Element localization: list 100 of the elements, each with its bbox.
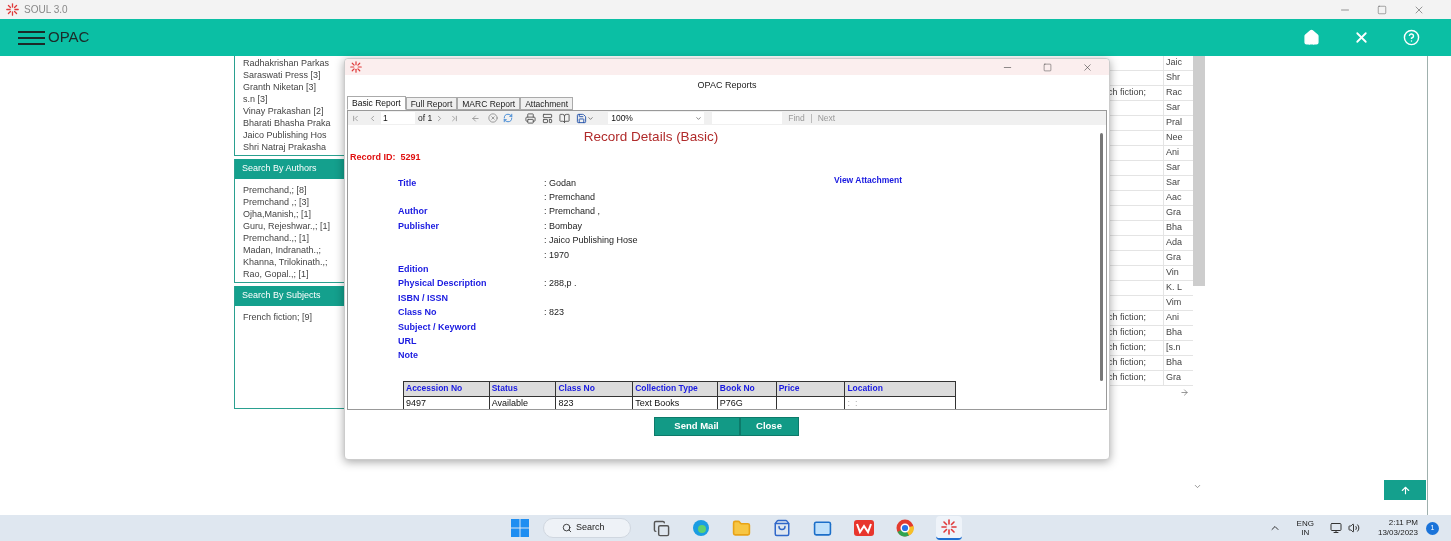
task-view-icon[interactable] <box>653 519 670 537</box>
export-icon[interactable] <box>576 112 588 124</box>
table-cell: Ani <box>1166 311 1179 325</box>
scroll-down-icon[interactable] <box>1193 482 1202 491</box>
back-icon[interactable] <box>471 113 481 123</box>
store-icon[interactable] <box>773 519 791 537</box>
browser-icon[interactable] <box>692 519 710 537</box>
table-cell: Gra <box>1166 251 1181 265</box>
facet-item[interactable]: Guru, Rejeshwar.,; [1] <box>243 220 344 232</box>
active-app-tile[interactable] <box>936 516 962 540</box>
print-layout-icon[interactable] <box>542 112 554 124</box>
field-label: Class No <box>398 307 437 318</box>
scroll-to-top-button[interactable] <box>1384 480 1426 500</box>
first-page-icon[interactable] <box>351 113 360 123</box>
facet-item[interactable]: Vinay Prakashan [2] <box>243 105 344 117</box>
facet-item[interactable]: Saraswati Press [3] <box>243 69 344 81</box>
column-header: Class No <box>558 382 595 395</box>
facet-item[interactable]: Bharati Bhasha Praka <box>243 117 344 129</box>
field-value: : 288,p . <box>544 278 577 289</box>
chrome-icon[interactable] <box>896 519 914 537</box>
page-number-field[interactable]: 1 <box>381 112 415 124</box>
facet-item[interactable]: French fiction; [9] <box>243 311 344 323</box>
close-icon[interactable] <box>1082 61 1093 73</box>
table-cell: Sar <box>1166 176 1180 190</box>
facet-item[interactable]: Madan, Indranath.,; <box>243 244 344 256</box>
field-value: : Jaico Publishing Hose <box>544 235 638 246</box>
help-icon[interactable] <box>1403 29 1420 46</box>
scroll-right-icon[interactable] <box>1180 388 1189 397</box>
zoom-select[interactable]: 100% <box>608 112 705 124</box>
office-app-icon[interactable] <box>854 520 874 536</box>
table-cell: Bha <box>1166 221 1182 235</box>
report-heading: Record Details (Basic) <box>583 129 719 145</box>
view-attachment-link[interactable]: View Attachment <box>834 174 903 188</box>
facet-item[interactable]: s.n [3] <box>243 93 344 105</box>
facet-item[interactable]: Premchand.,; [1] <box>243 232 344 244</box>
field-label: Author <box>398 206 428 217</box>
close-icon[interactable] <box>1353 29 1370 46</box>
time-text: 2:11 PM <box>1388 518 1418 528</box>
table-cell: Ani <box>1166 146 1179 160</box>
column-header: Status <box>491 382 518 395</box>
facet-item[interactable]: Khanna, Trilokinath.,; <box>243 256 344 268</box>
field-label: Subject / Keyword <box>398 321 477 332</box>
dialog-button[interactable]: Send Mail <box>653 417 740 436</box>
dialog-button[interactable]: Close <box>739 417 799 436</box>
maximize-icon[interactable] <box>1377 4 1387 15</box>
scrollbar-thumb[interactable] <box>1099 133 1103 381</box>
date-text: 13/03/2023 <box>1377 528 1418 538</box>
find-field[interactable] <box>712 112 783 124</box>
refresh-icon[interactable] <box>503 113 514 123</box>
report-tab[interactable]: Full Report <box>405 97 458 110</box>
table-cell: Aac <box>1166 191 1182 205</box>
menu-icon[interactable] <box>18 30 45 45</box>
facet-item[interactable]: Premchand,; [8] <box>243 184 344 196</box>
facet-item[interactable]: Jaico Publishing Hos <box>243 129 344 141</box>
table-cell: Ada <box>1166 236 1182 250</box>
home-icon[interactable] <box>1303 29 1320 46</box>
print-icon[interactable] <box>525 112 537 124</box>
search-button[interactable]: Search <box>543 518 631 538</box>
search-icon <box>562 523 572 533</box>
field-value: : Godan <box>544 177 577 188</box>
dialog-title: OPAC Reports <box>697 78 757 92</box>
page-setup-icon[interactable] <box>559 112 571 124</box>
folder-icon[interactable] <box>732 518 751 538</box>
clock[interactable]: 2:11 PM 13/03/2023 <box>1377 518 1418 538</box>
last-page-icon[interactable] <box>450 113 460 123</box>
window-title: SOUL 3.0 <box>24 3 68 17</box>
field-label: Title <box>398 177 417 188</box>
facet-item[interactable]: Ojha,Manish,; [1] <box>243 208 344 220</box>
column-header: Location <box>847 382 883 395</box>
report-tab[interactable]: MARC Report <box>457 97 521 110</box>
table-cell: : : <box>847 396 858 409</box>
volume-icon[interactable] <box>1347 522 1360 534</box>
maximize-icon[interactable] <box>1043 62 1052 72</box>
report-tab[interactable]: Basic Report <box>347 96 406 110</box>
field-value: : Premchand , <box>544 206 601 217</box>
previous-page-icon[interactable] <box>368 113 377 123</box>
app-title: OPAC <box>48 27 90 48</box>
field-label: URL <box>398 336 417 346</box>
stop-icon[interactable] <box>488 113 499 123</box>
windows-logo-icon[interactable] <box>511 519 529 537</box>
table-cell: Available <box>491 396 529 409</box>
table-cell: Gra <box>1166 206 1181 220</box>
scrollbar-thumb[interactable] <box>1193 56 1205 286</box>
caret-icon[interactable] <box>587 114 595 122</box>
facet-item[interactable]: Rao, Gopal.,; [1] <box>243 268 344 280</box>
facet-item[interactable]: Premchand ,; [3] <box>243 196 344 208</box>
facet-heading: Search By Subjects <box>235 286 344 306</box>
report-tab[interactable]: Attachment <box>520 97 574 110</box>
table-cell: Vin <box>1166 266 1179 280</box>
field-value: : Bombay <box>544 220 583 231</box>
table-cell: Pral <box>1166 116 1182 130</box>
facet-item[interactable]: Granth Niketan [3] <box>243 81 344 93</box>
facet-item[interactable]: Radhakrishan Parkas <box>243 57 344 69</box>
table-cell: Sar <box>1166 101 1180 115</box>
logo-icon <box>941 519 957 535</box>
table-cell: Vim <box>1166 296 1182 310</box>
facet-item[interactable]: Shri Natraj Prakasha <box>243 141 344 153</box>
table-cell: Jaic <box>1166 56 1182 70</box>
table-cell: Bha <box>1166 326 1182 340</box>
language-indicator[interactable]: ENG IN <box>1296 519 1314 537</box>
